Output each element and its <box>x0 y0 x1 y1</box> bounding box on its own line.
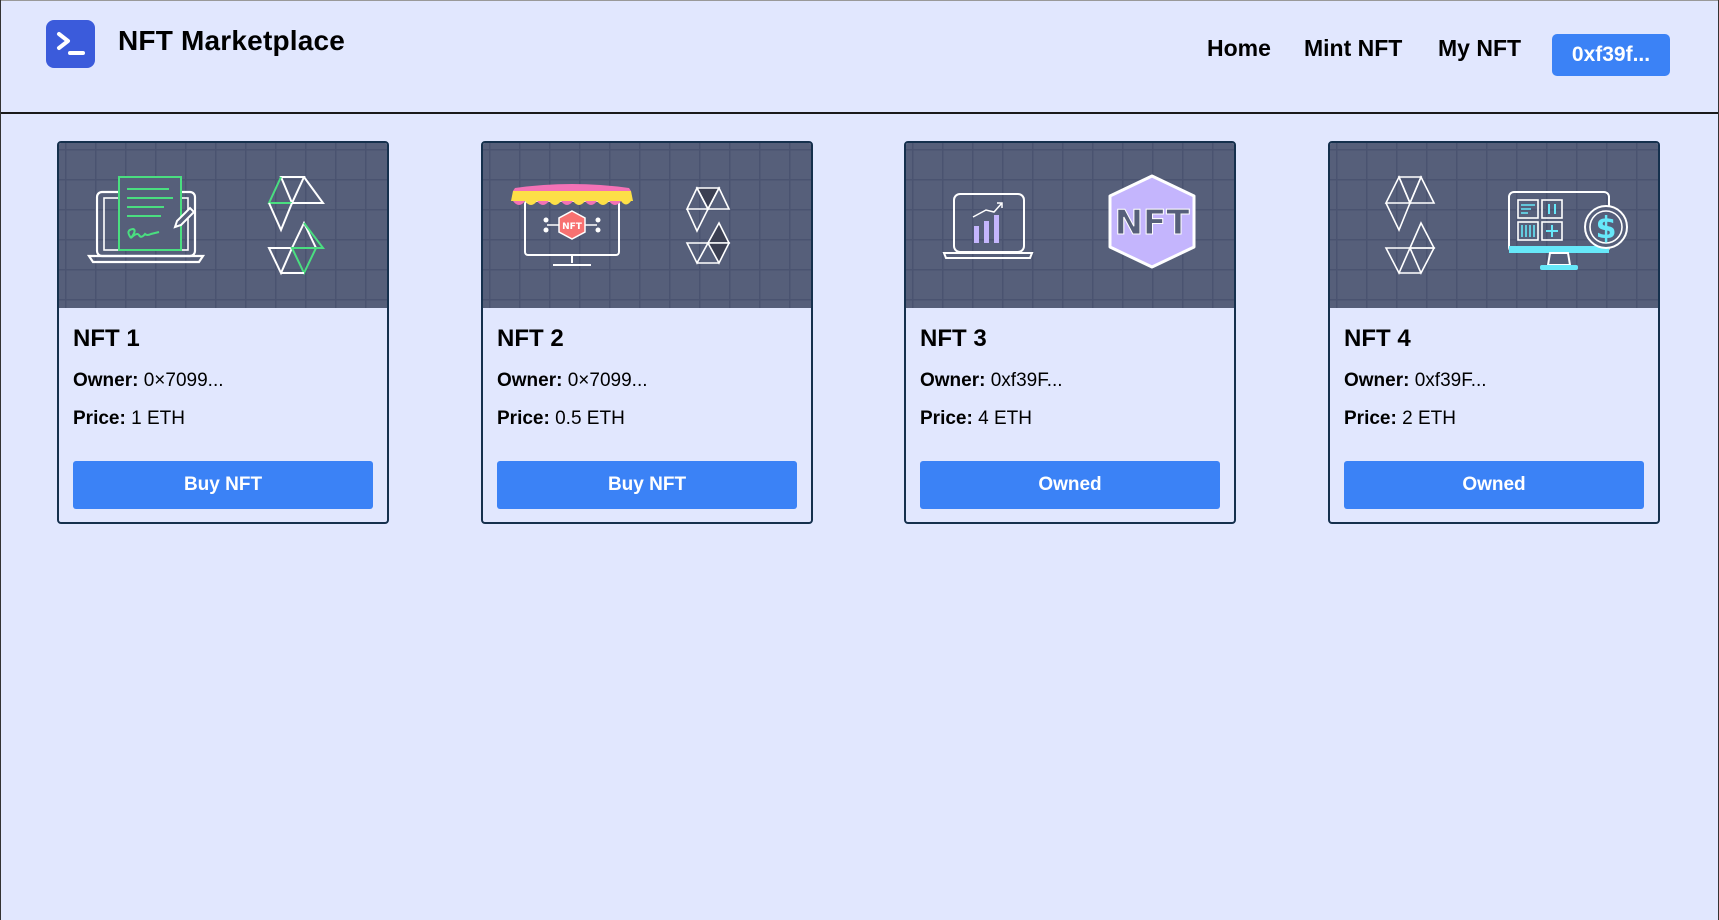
nft-owner: Owner: 0xf39F... <box>920 370 1063 392</box>
terminal-prompt-icon[interactable] <box>46 20 95 68</box>
owner-address: 0×7099... <box>143 370 224 391</box>
price-value: 1 ETH <box>131 408 185 429</box>
nft-price: Price: 4 ETH <box>920 408 1032 430</box>
ethereum-triangles-icon <box>267 176 326 276</box>
owner-address: 0xf39F... <box>1414 370 1487 391</box>
nft-price: Price: 1 ETH <box>73 408 185 430</box>
nft-image: $ <box>1330 143 1658 308</box>
wallet-address-button[interactable]: 0xf39f... <box>1552 34 1670 76</box>
owned-button[interactable]: Owned <box>920 461 1220 509</box>
price-label: Price: <box>497 408 550 429</box>
laptop-chart-icon <box>942 193 1034 259</box>
owner-address: 0×7099... <box>567 370 648 391</box>
nft-title: NFT 2 <box>497 325 564 352</box>
nft-badge-text: NFT <box>562 222 583 232</box>
price-label: Price: <box>73 408 126 429</box>
top-navbar: NFT Marketplace Home Mint NFT My NFT 0xf… <box>1 0 1718 114</box>
nft-owner: Owner: 0×7099... <box>73 370 224 392</box>
owned-button[interactable]: Owned <box>1344 461 1644 509</box>
owner-label: Owner: <box>497 370 563 391</box>
owner-address: 0xf39F... <box>990 370 1063 391</box>
owner-label: Owner: <box>920 370 986 391</box>
nft-card: NFT NFT 2 Owner: 0×7099... Price: 0.5 ET… <box>481 141 813 524</box>
signed-document-laptop-icon <box>86 176 206 264</box>
nav-link-mint-nft[interactable]: Mint NFT <box>1304 35 1402 62</box>
nft-price: Price: 2 ETH <box>1344 408 1456 430</box>
price-label: Price: <box>920 408 973 429</box>
ethereum-triangles-icon <box>1384 175 1436 275</box>
nft-title: NFT 4 <box>1344 325 1411 352</box>
price-value: 4 ETH <box>978 408 1032 429</box>
price-value: 0.5 ETH <box>555 408 625 429</box>
nft-image: NFT <box>906 143 1234 308</box>
nft-title: NFT 1 <box>73 325 140 352</box>
buy-nft-button[interactable]: Buy NFT <box>497 461 797 509</box>
nft-storefront-monitor-icon: NFT <box>511 184 633 266</box>
nft-title: NFT 3 <box>920 325 987 352</box>
nft-hexagon-text: NFT <box>1115 203 1191 243</box>
brand-title[interactable]: NFT Marketplace <box>118 25 345 57</box>
owner-label: Owner: <box>1344 370 1410 391</box>
nft-owner: Owner: 0xf39F... <box>1344 370 1487 392</box>
ethereum-triangles-icon <box>685 186 731 265</box>
nft-image: NFT <box>483 143 811 308</box>
nft-card: NFT NFT 3 Owner: 0xf39F... Price: 4 ETH … <box>904 141 1236 524</box>
nft-owner: Owner: 0×7099... <box>497 370 648 392</box>
nft-price: Price: 0.5 ETH <box>497 408 625 430</box>
buy-nft-button[interactable]: Buy NFT <box>73 461 373 509</box>
svg-text:$: $ <box>1596 211 1617 246</box>
price-label: Price: <box>1344 408 1397 429</box>
nav-link-my-nft[interactable]: My NFT <box>1438 35 1521 62</box>
owner-label: Owner: <box>73 370 139 391</box>
nft-card: NFT 1 Owner: 0×7099... Price: 1 ETH Buy … <box>57 141 389 524</box>
nav-link-home[interactable]: Home <box>1207 35 1271 62</box>
price-value: 2 ETH <box>1402 408 1456 429</box>
nft-image <box>59 143 387 308</box>
dashboard-monitor-dollar-icon: $ <box>1508 191 1628 270</box>
nft-hexagon-icon: NFT <box>1108 174 1196 269</box>
nft-card: $ NFT 4 Owner: 0xf39F... Price: 2 ETH Ow… <box>1328 141 1660 524</box>
